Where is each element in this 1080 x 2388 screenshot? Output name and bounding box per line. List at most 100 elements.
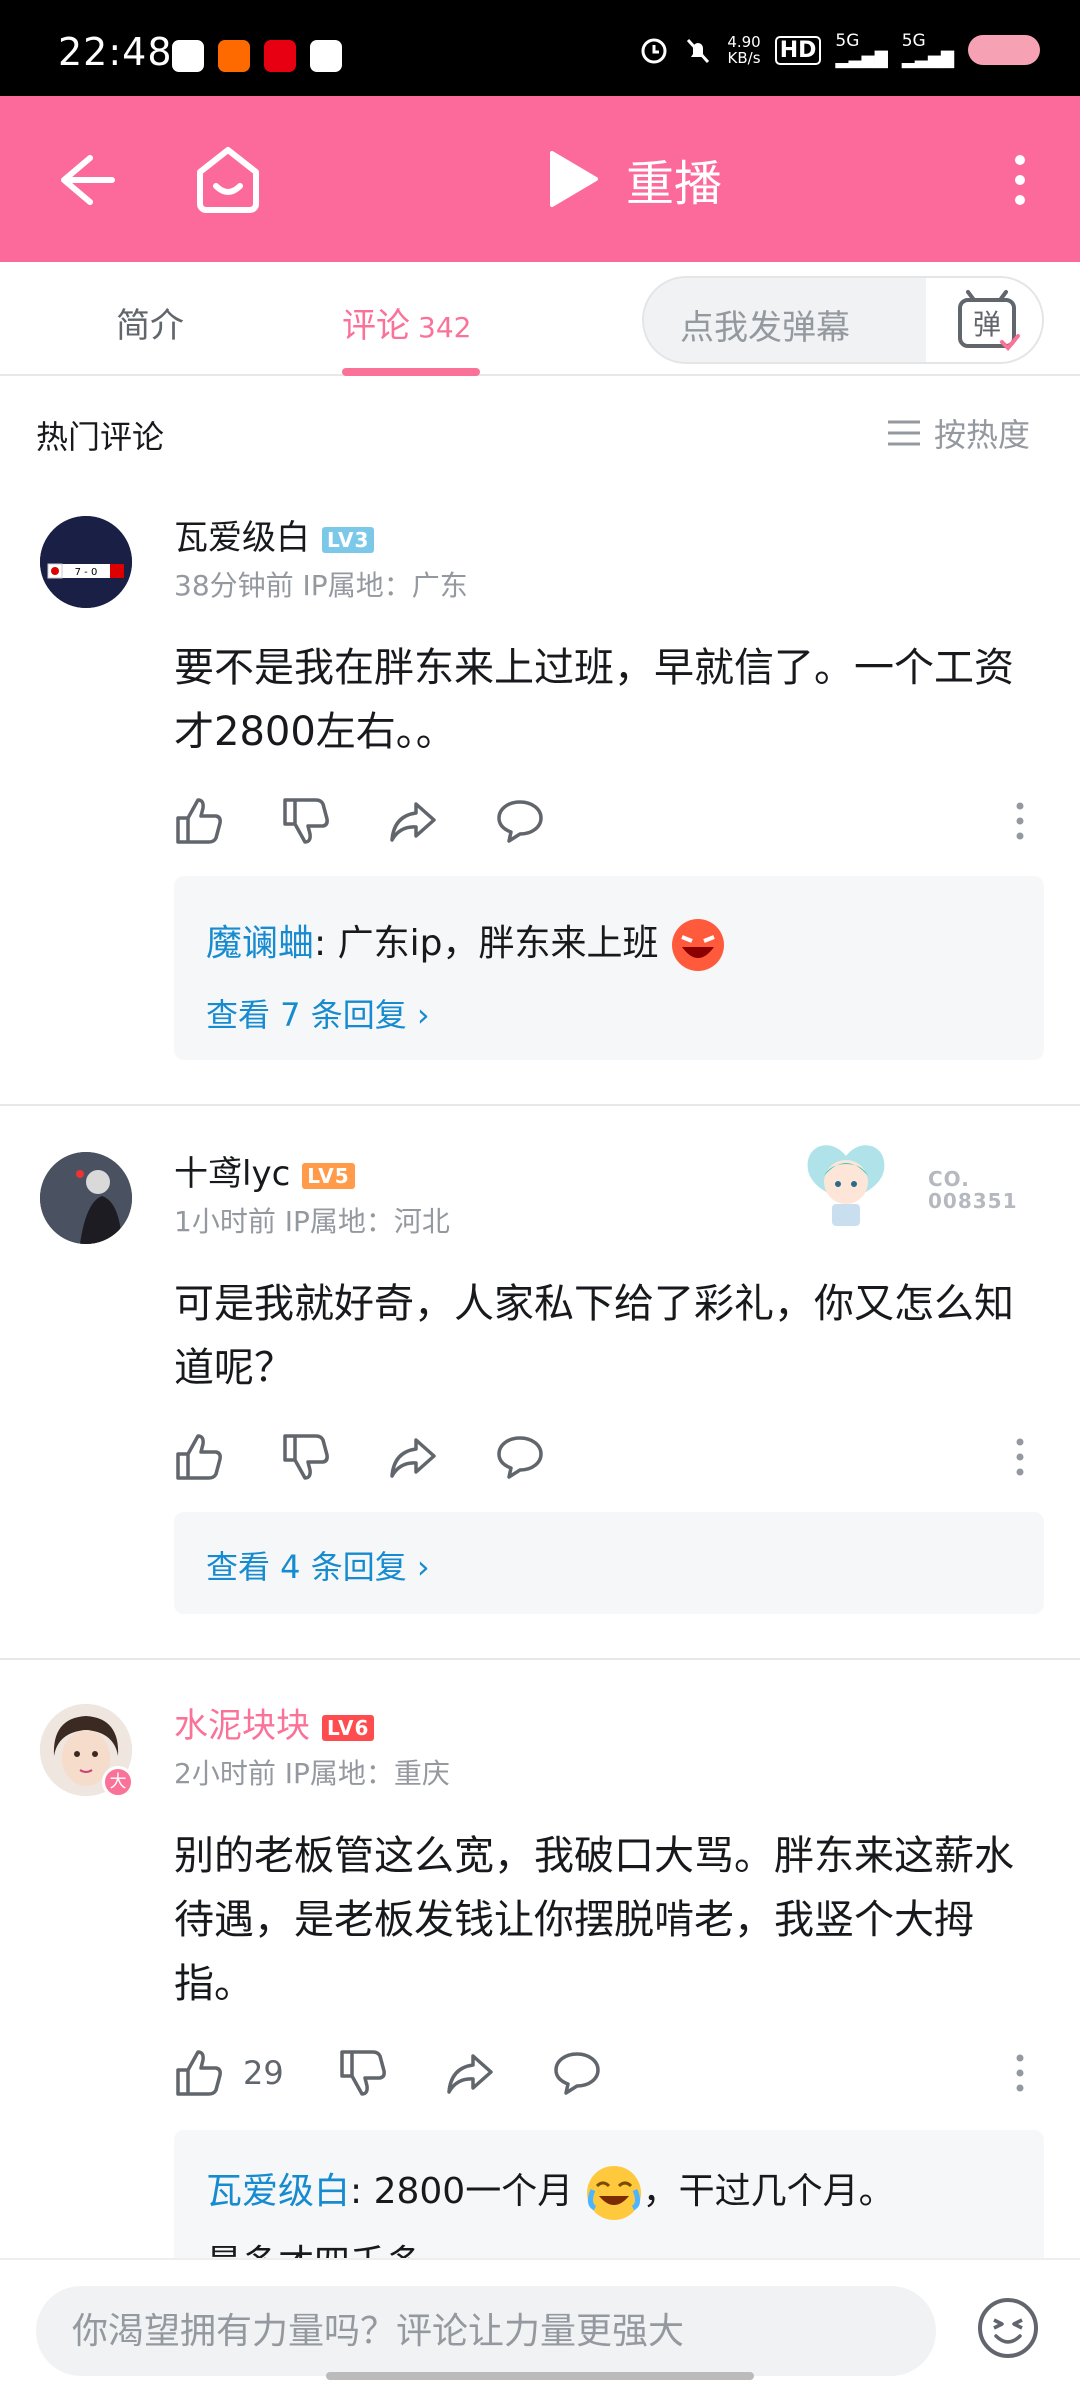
comment-divider [0, 1104, 1080, 1106]
chat-bubble-icon [497, 1436, 543, 1479]
notification-icons [172, 40, 342, 72]
tab-comments[interactable]: 评论 342 [342, 298, 471, 347]
back-button[interactable] [50, 148, 120, 212]
comment-actions: 29 [174, 2048, 659, 2098]
replay-button[interactable]: 重播 [546, 144, 722, 214]
avatar[interactable] [40, 1152, 132, 1244]
signal-bars-icon: ▂▃▅▇ [901, 49, 954, 69]
avatar[interactable]: 7 - 0 [40, 516, 132, 608]
level-badge: LV5 [302, 1162, 355, 1189]
reply-text-continued: ，干过几个月。 [642, 2171, 895, 2212]
like-button[interactable] [174, 1432, 224, 1482]
signal-label: 5G [901, 31, 926, 51]
share-button[interactable] [445, 2048, 495, 2098]
crying-laugh-emoji-icon [586, 2166, 641, 2220]
comment-input[interactable] [36, 2286, 936, 2376]
fan-badge-code-line: 008351 [928, 1189, 1018, 1213]
comment-time: 38分钟前 [174, 569, 294, 602]
reply-preview-line: 瓦爱级白: 2800一个月 ，干过几个月。 [206, 2162, 895, 2222]
video-top-bar: 重播 [0, 96, 1080, 262]
comment-more-button[interactable] [1010, 2048, 1030, 2098]
comment-item: 十鸢lyc LV5 1小时前 IP属地：河北 CO. 008351 可是我就好奇，… [0, 1145, 1080, 1666]
tab-comments-count: 342 [418, 311, 472, 344]
network-speed-unit: KB/s [727, 49, 761, 67]
comment-username[interactable]: 水泥块块 LV6 [174, 1698, 375, 1747]
dislike-button[interactable] [281, 1432, 331, 1482]
home-button[interactable] [190, 140, 266, 216]
avatar[interactable]: 大 [40, 1704, 134, 1798]
share-button[interactable] [388, 796, 438, 846]
app-notification-icon [310, 40, 342, 72]
reply-text: : 2800一个月 [350, 2171, 574, 2212]
reply-preview-box[interactable]: 查看 4 条回复 › [174, 1512, 1044, 1614]
battery-icon [968, 35, 1040, 65]
comment-text: 要不是我在胖东来上过班，早就信了。一个工资才2800左右。。 [174, 645, 1014, 755]
list-sort-icon [888, 420, 920, 446]
network-speed: 4.90 KB/s [727, 34, 760, 66]
view-replies-link[interactable]: 查看 4 条回复 › [206, 1542, 430, 1588]
fan-badge-code-line: CO. [928, 1167, 970, 1191]
home-indicator[interactable] [326, 2372, 754, 2380]
thumbs-up-icon [176, 798, 222, 844]
comment-meta: 2小时前 IP属地：重庆 [174, 1752, 450, 1792]
dislike-button[interactable] [281, 796, 331, 846]
more-button[interactable] [1000, 150, 1040, 210]
status-time: 22:48 [58, 30, 173, 74]
sort-label: 按热度 [934, 416, 1031, 454]
app-notification-icon [172, 40, 204, 72]
view-replies-label: 查看 7 条回复 [206, 996, 407, 1034]
more-vertical-icon [1016, 802, 1024, 840]
reply-preview-line: 魔谰蛐: 广东ip，胖东来上班 [206, 914, 726, 973]
svg-text:7 - 0: 7 - 0 [75, 567, 98, 578]
reply-button[interactable] [495, 1432, 545, 1482]
like-button[interactable] [174, 2048, 224, 2098]
reply-text: : 广东ip，胖东来上班 [314, 923, 659, 964]
danmaku-toggle-button[interactable]: 弹 [926, 278, 1042, 362]
comment-input-bar [0, 2258, 1080, 2388]
reply-author[interactable]: 瓦爱级白 [206, 2171, 350, 2212]
sort-by-hot-button[interactable]: 按热度 [886, 410, 1030, 456]
view-replies-link[interactable]: 查看 7 条回复 › [206, 990, 430, 1036]
fan-badge-character-icon[interactable] [800, 1136, 892, 1232]
share-arrow-icon [390, 1438, 436, 1478]
reply-preview-box[interactable]: 魔谰蛐: 广东ip，胖东来上班 查看 7 条回复 › [174, 876, 1044, 1060]
chat-bubble-icon [497, 800, 543, 843]
tab-comments-label: 评论 [342, 306, 410, 346]
dislike-button[interactable] [338, 2048, 388, 2098]
tab-bar: 简介 评论 342 点我发弹幕 弹 [0, 262, 1080, 376]
comment-more-button[interactable] [1010, 796, 1030, 846]
reply-author[interactable]: 魔谰蛐 [206, 923, 314, 964]
comment-username[interactable]: 十鸢lyc LV5 [174, 1146, 355, 1195]
status-bar: 22:48 4.90 KB/s HD 5G ▂▃▅▇ 5G ▂▃▅▇ [0, 0, 1080, 96]
comment-meta: 1小时前 IP属地：河北 [174, 1200, 450, 1240]
emoji-button[interactable] [976, 2296, 1040, 2360]
reply-preview-box[interactable]: 瓦爱级白: 2800一个月 ，干过几个月。 最多才四千多 [174, 2130, 1044, 2284]
more-vertical-icon [1015, 155, 1025, 205]
comment-meta: 38分钟前 IP属地：广东 [174, 564, 468, 604]
level-badge: LV3 [322, 526, 375, 553]
network-speed-value: 4.90 [727, 33, 761, 51]
status-indicators: 4.90 KB/s HD 5G ▂▃▅▇ 5G ▂▃▅▇ [639, 32, 1040, 68]
chat-bubble-icon [553, 2052, 600, 2095]
comment-more-button[interactable] [1010, 1432, 1030, 1482]
thumbs-up-icon [176, 1434, 222, 1480]
reply-button[interactable] [552, 2048, 602, 2098]
comment-username[interactable]: 瓦爱级白 LV3 [174, 510, 375, 559]
comment-time: 2小时前 [174, 1757, 276, 1790]
danmaku-icon-glyph: 弹 [973, 308, 1001, 341]
like-button[interactable] [174, 796, 224, 846]
comment-item: 7 - 0 瓦爱级白 LV3 38分钟前 IP属地：广东 要不是我在胖东来上过班，… [0, 510, 1080, 1106]
play-icon [550, 151, 598, 207]
more-vertical-icon [1016, 1438, 1024, 1476]
comment-time: 1小时前 [174, 1205, 276, 1238]
comment-divider [0, 1658, 1080, 1660]
share-button[interactable] [388, 1432, 438, 1482]
alarm-icon [641, 38, 667, 64]
username-text: 瓦爱级白 [174, 518, 310, 558]
app-notification-icon [218, 40, 250, 72]
reply-button[interactable] [495, 796, 545, 846]
danmaku-entry[interactable]: 点我发弹幕 弹 [642, 276, 1044, 364]
tab-intro[interactable]: 简介 [116, 298, 184, 347]
comment-ip: IP属地：重庆 [284, 1757, 450, 1790]
danmaku-placeholder: 点我发弹幕 [680, 308, 850, 348]
